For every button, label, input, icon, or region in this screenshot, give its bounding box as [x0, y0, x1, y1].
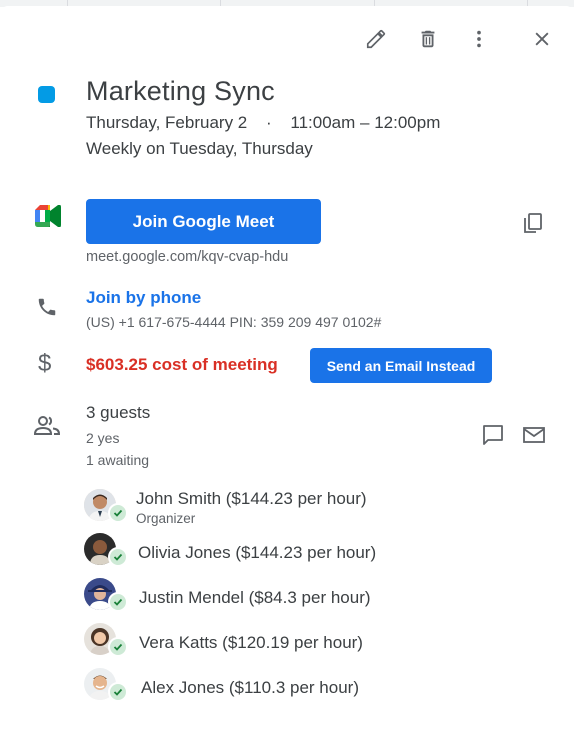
- separator-dot: ·: [266, 113, 272, 132]
- guest-item[interactable]: Vera Katts ($120.19 per hour): [84, 623, 534, 659]
- edit-icon: [366, 29, 386, 49]
- event-details-popup: Marketing Sync Thursday, February 2 · 11…: [0, 6, 574, 734]
- copy-icon: [524, 213, 542, 233]
- delete-icon: [421, 30, 435, 48]
- accepted-check-icon: [108, 637, 128, 657]
- copy-link-button[interactable]: [519, 209, 547, 237]
- event-title: Marketing Sync: [86, 76, 275, 106]
- join-google-meet-button[interactable]: Join Google Meet: [86, 199, 321, 244]
- event-date: Thursday, February 2: [86, 113, 248, 132]
- accepted-check-icon: [108, 682, 128, 702]
- more-options-icon: [477, 30, 481, 48]
- guest-name: Olivia Jones ($144.23 per hour): [138, 543, 377, 562]
- more-options-button[interactable]: [465, 25, 493, 53]
- guests-awaiting: 1 awaiting: [86, 452, 150, 468]
- close-button[interactable]: [528, 25, 556, 53]
- accepted-check-icon: [108, 592, 128, 612]
- guest-name: Alex Jones ($110.3 per hour): [141, 678, 359, 697]
- accepted-check-icon: [108, 503, 128, 523]
- event-time: 11:00am – 12:00pm: [290, 113, 441, 132]
- event-color-indicator: [38, 86, 55, 103]
- event-recurrence: Weekly on Tuesday, Thursday: [86, 139, 313, 158]
- join-by-phone-link[interactable]: Join by phone: [86, 288, 201, 308]
- guest-name: John Smith ($144.23 per hour): [136, 489, 367, 508]
- chat-guests-button[interactable]: [479, 421, 507, 449]
- email-guests-button[interactable]: [520, 421, 548, 449]
- accepted-check-icon: [108, 547, 128, 567]
- chat-icon: [483, 425, 503, 445]
- phone-icon: [36, 296, 58, 323]
- phone-details: (US) +1 617-675-4444 PIN: 359 209 497 01…: [86, 314, 382, 330]
- guest-item[interactable]: John Smith ($144.23 per hour) Organizer: [84, 489, 534, 533]
- guest-name: Justin Mendel ($84.3 per hour): [139, 588, 371, 607]
- google-meet-icon: [35, 204, 61, 232]
- guest-item[interactable]: Olivia Jones ($144.23 per hour): [84, 533, 534, 569]
- guests-icon: [33, 415, 61, 442]
- send-email-instead-button[interactable]: Send an Email Instead: [310, 348, 492, 383]
- close-icon: [535, 32, 549, 46]
- guest-count: 3 guests: [86, 403, 151, 422]
- guests-yes: 2 yes: [86, 430, 120, 446]
- delete-button[interactable]: [414, 25, 442, 53]
- guest-item[interactable]: Justin Mendel ($84.3 per hour): [84, 578, 534, 614]
- meet-link[interactable]: meet.google.com/kqv-cvap-hdu: [86, 249, 288, 265]
- guest-role: Organizer: [136, 511, 196, 526]
- edit-button[interactable]: [362, 25, 390, 53]
- event-date-time: Thursday, February 2 · 11:00am – 12:00pm: [86, 113, 440, 133]
- mail-icon: [523, 427, 545, 443]
- meeting-cost: $603.25 cost of meeting: [86, 355, 278, 374]
- guest-item[interactable]: Alex Jones ($110.3 per hour): [84, 668, 534, 704]
- dollar-icon: $: [38, 350, 52, 377]
- guest-name: Vera Katts ($120.19 per hour): [139, 633, 363, 652]
